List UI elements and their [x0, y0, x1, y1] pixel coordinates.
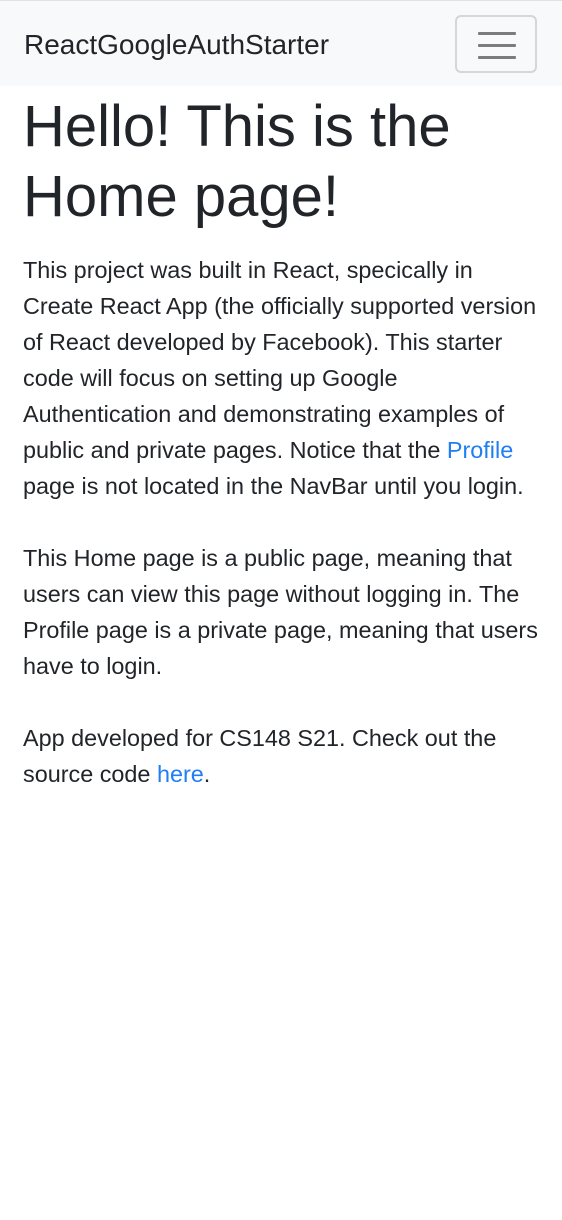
navbar: ReactGoogleAuthStarter — [0, 0, 562, 86]
intro-text-after: page is not located in the NavBar until … — [23, 473, 524, 499]
credits-text-after: . — [203, 761, 211, 787]
public-page-paragraph: This Home page is a public page, meaning… — [23, 545, 538, 679]
source-code-link[interactable]: here — [157, 761, 204, 787]
navbar-brand[interactable]: ReactGoogleAuthStarter — [24, 26, 329, 64]
intro-text-before: This project was built in React, specica… — [23, 257, 537, 463]
credits-text-before: App developed for CS148 S21. Check out t… — [23, 725, 497, 787]
credits-paragraph: App developed for CS148 S21. Check out t… — [23, 720, 543, 792]
profile-link[interactable]: Profile — [447, 437, 513, 463]
intro-paragraph: This project was built in React, specica… — [23, 252, 543, 504]
main-content: Hello! This is the Home page! This proje… — [23, 86, 543, 828]
navbar-toggler-button[interactable] — [455, 15, 537, 73]
page-title: Hello! This is the Home page! — [23, 94, 451, 229]
